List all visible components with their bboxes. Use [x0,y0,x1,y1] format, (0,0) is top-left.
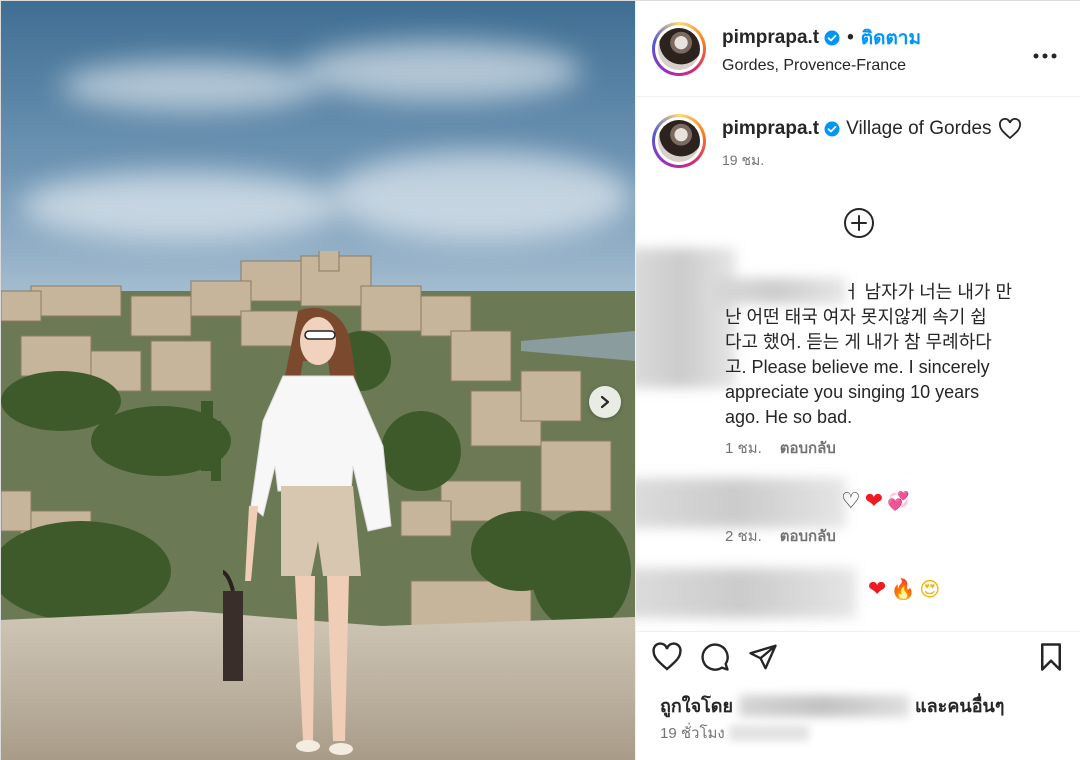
post-photo[interactable] [1,1,635,760]
fire-emoji: 🔥 [890,578,916,601]
avatar-image [658,120,700,162]
avatar-border [655,117,703,165]
more-horizontal-icon [1033,53,1057,59]
red-heart-emoji: ❤ [864,488,884,513]
likes-prefix: ถูกใจโดย [660,696,734,716]
blurred-liker [739,694,910,717]
likes-summary[interactable]: ถูกใจโดย และคนอื่นๆ [660,691,1004,720]
comment-button[interactable] [698,640,732,674]
comment-text-line: ㅓ 남자가 너는 내가 만 [843,282,1013,302]
send-icon [749,644,777,669]
post-header: pimprapa.t • ติดตาม Gordes, Provence-Fra… [636,1,1080,97]
comment-text: ㅓ 남자가 너는 내가 만 난 어떤 태국 여자 못지않게 속기 쉽 다고 했어… [725,280,1065,430]
share-button[interactable] [746,640,780,674]
photo-cloud [301,41,581,101]
caption-line: pimprapa.t Village of Gordes [722,118,1022,140]
blurred-commenter [636,478,846,528]
like-button[interactable] [650,640,684,674]
timestamp-text: 19 ชั่วโมง [660,725,725,742]
comment-item: ㅓ 남자가 너는 내가 만 난 어떤 태국 여자 못지않게 속기 쉽 다고 했어… [636,248,1080,468]
comment-text-line: 고. Please believe me. I sincerely [725,357,990,377]
reply-button[interactable]: ตอบกลับ [780,524,836,548]
avatar[interactable] [652,21,706,76]
heart-eyes-emoji: 😍 [919,578,941,601]
verified-badge-icon [824,121,840,137]
bookmark-icon [1041,642,1061,671]
post-side-panel: pimprapa.t • ติดตาม Gordes, Provence-Fra… [635,1,1080,760]
blurred-avatar [636,248,736,388]
comment-text-line: 난 어떤 태국 여자 못지않게 속기 쉽 [725,307,987,327]
separator-dot: • [847,26,854,48]
header-text: pimprapa.t • ติดตาม Gordes, Provence-Fra… [722,23,921,75]
comment-item: ❤ 🔥 😍 [636,568,1080,630]
caption: pimprapa.t Village of Gordes 19 ชม. [636,98,1080,172]
revolving-hearts-emoji: 💞 [887,490,910,511]
photo-cloud [331,151,631,241]
photo-person [223,307,392,755]
likes-suffix[interactable]: และคนอื่นๆ [915,691,1004,720]
follow-button[interactable]: ติดตาม [861,23,921,53]
blurred-commenter [636,568,856,618]
red-heart-emoji: ❤ [868,576,887,601]
comment-meta: 1 ชม. ตอบกลับ [725,436,836,460]
avatar-image [658,27,700,70]
action-bar [636,631,1080,681]
header-line: pimprapa.t • ติดตาม [722,23,921,53]
photo-cloud [21,171,341,241]
caption-username[interactable]: pimprapa.t [722,118,819,140]
comment-icon [701,642,729,671]
comment-time: 1 ชม. [725,440,762,457]
photo-cloud [61,61,321,111]
next-photo-button[interactable] [589,386,621,418]
avatar-border [655,24,703,73]
comment-text-line: 다고 했어. 듣는 게 내가 참 무례하다 [725,332,992,352]
instagram-post: pimprapa.t • ติดตาม Gordes, Provence-Fra… [0,0,1080,760]
caption-time: 19 ชม. [722,152,765,168]
save-button[interactable] [1034,640,1068,674]
location-link[interactable]: Gordes, Provence-France [722,57,921,75]
username-link[interactable]: pimprapa.t [722,27,819,49]
comment-meta: 2 ชม. ตอบกลับ [725,524,836,548]
caption-body: pimprapa.t Village of Gordes 19 ชม. [722,118,1022,172]
comment-emojis: ♡ ❤ 💞 [841,488,910,514]
comments-section[interactable]: pimprapa.t Village of Gordes 19 ชม. ㅓ 남자… [636,98,1080,630]
verified-badge-icon [824,30,840,45]
reply-button[interactable]: ตอบกลับ [780,436,836,460]
comment-time: 2 ชม. [725,528,762,545]
caption-text: Village of Gordes [846,118,992,139]
more-options-button[interactable] [1033,39,1057,65]
comment-item: ♡ ❤ 💞 2 ชม. ตอบกลับ [636,478,1080,548]
post-timestamp: 19 ชั่วโมง [660,721,809,745]
blurred-timestamp [728,725,809,741]
comment-emojis: ❤ 🔥 😍 [868,576,940,602]
heart-icon [652,641,682,671]
white-heart-emoji: ♡ [841,488,861,513]
caption-avatar[interactable] [652,114,706,168]
load-more-comments-icon[interactable] [842,206,876,240]
comment-text-line: ago. He so bad. [725,407,853,427]
heart-outline-icon [998,118,1021,140]
chevron-right-icon [600,395,610,409]
comment-text-line: appreciate you singing 10 years [725,382,980,402]
